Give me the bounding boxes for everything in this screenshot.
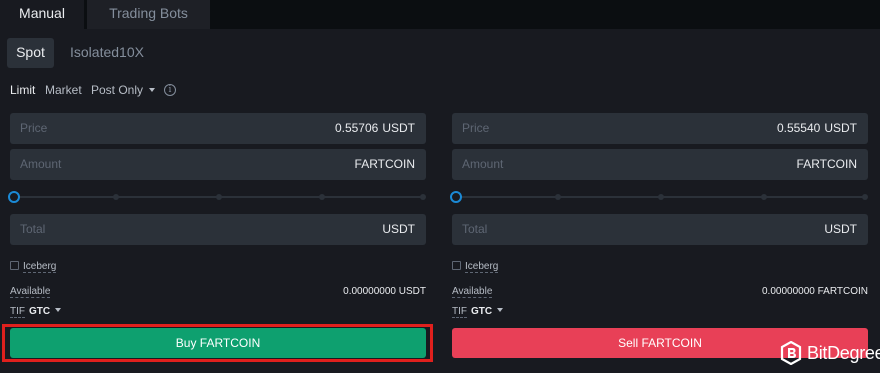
buy-iceberg-option[interactable]: Iceberg	[10, 260, 57, 273]
slider-handle[interactable]	[8, 191, 20, 203]
buy-tif-select[interactable]: TIF GTC	[10, 306, 62, 318]
tif-label: TIF	[452, 306, 467, 318]
sell-amount-unit: FARTCOIN	[796, 157, 857, 171]
buy-amount-label: Amount	[20, 157, 62, 171]
slider-tick[interactable]	[555, 194, 561, 200]
sell-panel: Price 0.55540 USDT Amount FARTCOIN Total …	[450, 0, 868, 373]
buy-amount-slider[interactable]	[8, 190, 426, 204]
buy-total-input[interactable]: Total USDT	[10, 214, 426, 245]
slider-tick[interactable]	[216, 194, 222, 200]
sell-total-input[interactable]: Total USDT	[452, 214, 868, 245]
watermark-text: BitDegree	[807, 343, 880, 363]
chevron-down-icon	[497, 308, 504, 313]
sell-price-value: 0.55540	[776, 121, 821, 135]
sell-available-value: 0.00000000 FARTCOIN	[762, 286, 868, 297]
sell-price-input[interactable]: Price 0.55540 USDT	[452, 113, 868, 144]
sell-tif-select[interactable]: TIF GTC	[452, 306, 504, 318]
slider-tick[interactable]	[761, 194, 767, 200]
slider-tick[interactable]	[420, 194, 426, 200]
iceberg-checkbox[interactable]	[10, 260, 19, 270]
slider-tick[interactable]	[862, 194, 868, 200]
bitdegree-logo-icon	[780, 341, 802, 365]
sell-price-label: Price	[462, 121, 490, 135]
buy-panel: Price 0.55706 USDT Amount FARTCOIN Total …	[8, 0, 426, 373]
chevron-down-icon	[55, 308, 62, 313]
buy-price-value: 0.55706	[334, 121, 379, 135]
buy-amount-unit: FARTCOIN	[354, 157, 415, 171]
sell-total-label: Total	[462, 222, 488, 236]
iceberg-label: Iceberg	[465, 261, 499, 273]
tif-label: TIF	[10, 306, 25, 318]
buy-price-unit: USDT	[382, 121, 415, 135]
sell-price-unit: USDT	[824, 121, 857, 135]
tif-value: GTC	[471, 306, 493, 317]
slider-tick[interactable]	[319, 194, 325, 200]
sell-iceberg-option[interactable]: Iceberg	[452, 260, 499, 273]
sell-amount-input[interactable]: Amount FARTCOIN	[452, 149, 868, 180]
sell-amount-slider[interactable]	[450, 190, 868, 204]
buy-price-input[interactable]: Price 0.55706 USDT	[10, 113, 426, 144]
buy-available-label: Available	[10, 286, 51, 298]
iceberg-label: Iceberg	[23, 261, 57, 273]
slider-tick[interactable]	[113, 194, 119, 200]
buy-amount-input[interactable]: Amount FARTCOIN	[10, 149, 426, 180]
slider-handle[interactable]	[450, 191, 462, 203]
sell-total-unit: USDT	[824, 222, 857, 236]
buy-total-label: Total	[20, 222, 46, 236]
buy-available-value: 0.00000000 USDT	[343, 286, 426, 297]
iceberg-checkbox[interactable]	[452, 260, 461, 270]
buy-total-unit: USDT	[382, 222, 415, 236]
buy-price-label: Price	[20, 121, 48, 135]
highlight-box	[2, 324, 433, 362]
sell-button[interactable]: Sell FARTCOIN	[452, 328, 868, 358]
tif-value: GTC	[29, 306, 51, 317]
sell-amount-label: Amount	[462, 157, 504, 171]
slider-tick[interactable]	[658, 194, 664, 200]
sell-available-label: Available	[452, 286, 493, 298]
